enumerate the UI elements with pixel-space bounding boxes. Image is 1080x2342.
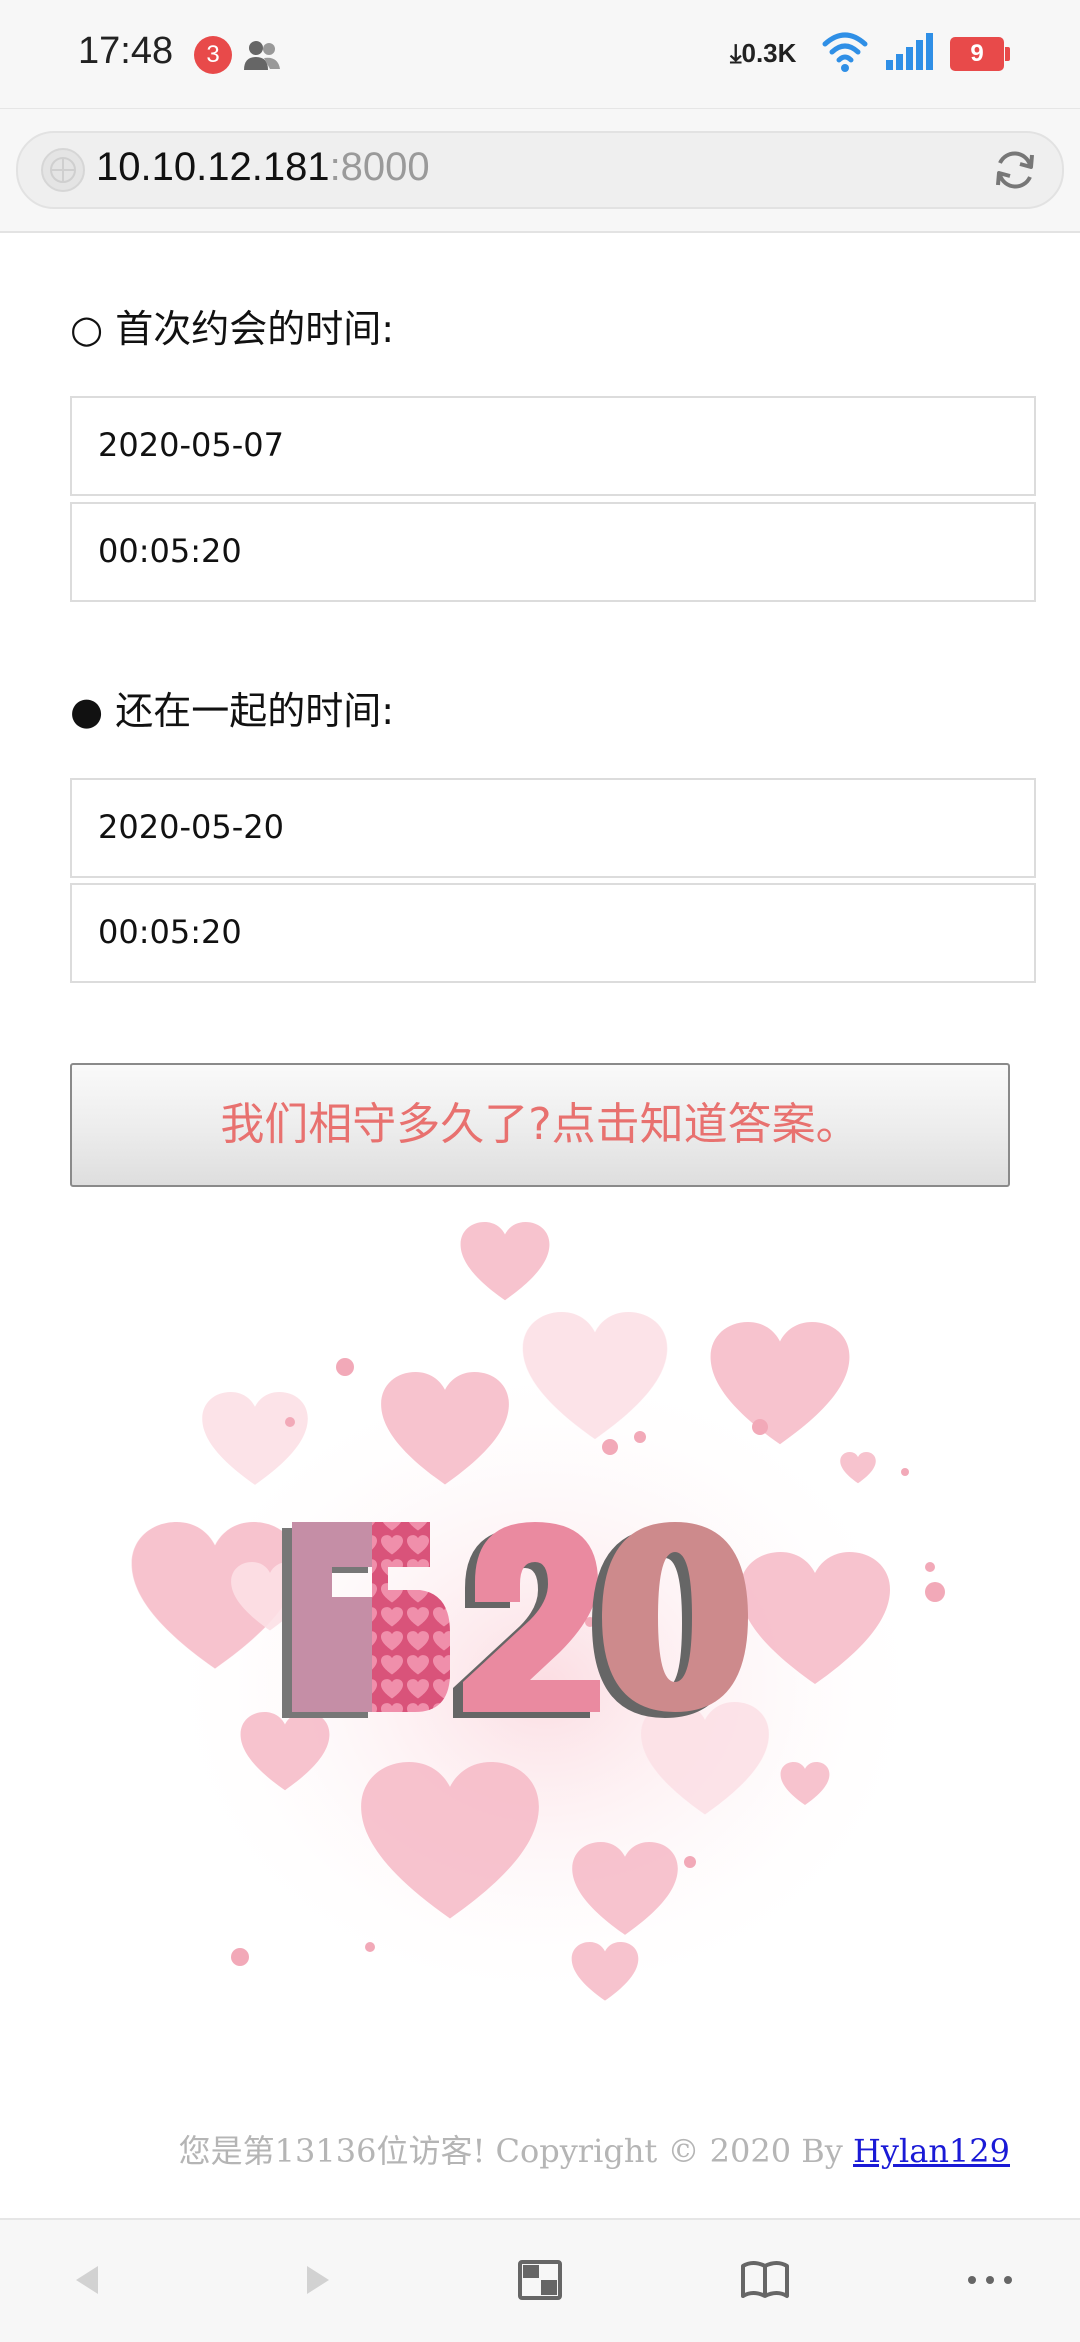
url-text: 10.10.12.181:8000	[96, 145, 430, 189]
reload-icon[interactable]	[990, 145, 1040, 195]
together-date-value: 2020-05-20	[98, 808, 284, 846]
wifi-icon	[822, 32, 868, 72]
author-link[interactable]: Hylan129	[853, 2132, 1010, 2170]
hearts-520-image	[131, 1222, 945, 2001]
first-time-value: 00:05:20	[98, 532, 242, 570]
together-time-value: 00:05:20	[98, 913, 242, 951]
together-date-input[interactable]: 2020-05-20	[70, 778, 1036, 878]
answer-button[interactable]: 我们相守多久了?点击知道答案。	[70, 1063, 1010, 1187]
more-menu-icon[interactable]	[960, 2250, 1020, 2310]
forward-arrow-icon[interactable]	[285, 2250, 345, 2310]
battery-icon: 9	[950, 37, 1010, 71]
clock: 17:48	[78, 30, 174, 72]
status-bar: 17:48 3 ⤓0.3K 9	[0, 0, 1080, 108]
together-label: ● 还在一起的时间:	[70, 689, 395, 733]
signal-icon	[886, 33, 933, 70]
back-arrow-icon[interactable]	[60, 2250, 120, 2310]
download-speed: ⤓0.3K	[730, 38, 797, 68]
bookmarks-icon[interactable]	[735, 2250, 795, 2310]
browser-address-bar: 10.10.12.181:8000	[0, 108, 1080, 233]
first-date-label: ○ 首次约会的时间:	[70, 307, 395, 351]
tabs-icon[interactable]	[510, 2250, 570, 2310]
globe-icon	[41, 148, 85, 192]
notification-badge: 3	[194, 36, 232, 74]
together-time-input[interactable]: 00:05:20	[70, 883, 1036, 983]
first-date-value: 2020-05-07	[98, 426, 284, 464]
first-time-input[interactable]: 00:05:20	[70, 502, 1036, 602]
contacts-icon	[244, 41, 280, 70]
visitor-copyright-text: 您是第13136位访客! Copyright © 2020 By	[178, 2132, 854, 2170]
url-field[interactable]: 10.10.12.181:8000	[16, 131, 1064, 209]
browser-bottom-toolbar	[0, 2218, 1080, 2342]
first-date-input[interactable]: 2020-05-07	[70, 396, 1036, 496]
footer: 您是第13136位访客! Copyright © 2020 By Hylan12…	[179, 2126, 1010, 2172]
